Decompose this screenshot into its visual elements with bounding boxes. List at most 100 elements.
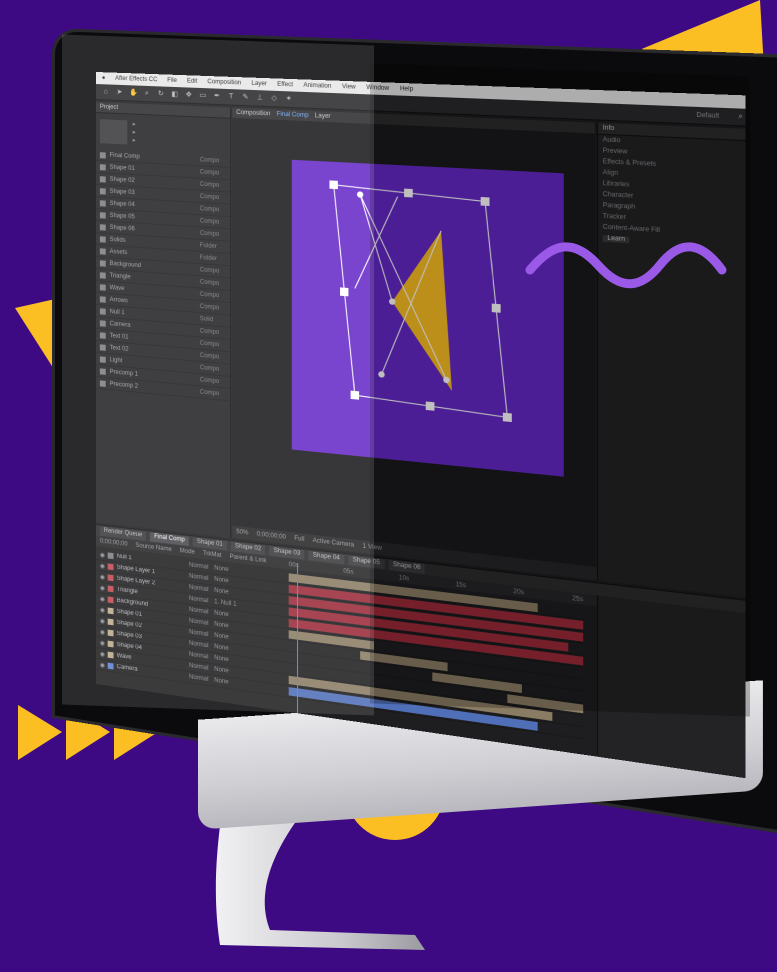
layer-mode[interactable]: Normal [189, 629, 211, 638]
layer-label-color[interactable] [107, 607, 114, 615]
composition-icon [99, 283, 106, 291]
composition-icon [99, 331, 106, 339]
apple-icon[interactable]: ● [102, 75, 106, 81]
layer-label-color[interactable] [107, 662, 114, 670]
project-list: Final Comp Compo Shape 01 Compo Shape 02 Comp… [96, 149, 231, 402]
layer-mode[interactable]: Normal [189, 562, 211, 571]
layer-label-color[interactable] [107, 618, 114, 626]
project-item-type: Compo [199, 193, 220, 201]
home-icon[interactable]: ⌂ [102, 88, 110, 96]
tab-layer[interactable]: Layer [315, 113, 331, 120]
menu-view[interactable]: View [342, 84, 356, 91]
layer-label-color[interactable] [107, 563, 114, 571]
puppet-tool-icon[interactable]: ✶ [285, 95, 293, 104]
layer-mode[interactable]: Normal [189, 585, 211, 594]
camera-tool-icon[interactable]: ◧ [171, 90, 179, 98]
menu-file[interactable]: File [167, 78, 177, 84]
learn-button[interactable]: Learn [602, 235, 630, 244]
hand-tool-icon[interactable]: ✋ [129, 89, 138, 97]
layer-label-color[interactable] [107, 640, 114, 648]
eye-icon[interactable]: ◉ [100, 595, 105, 603]
eye-icon[interactable]: ◉ [100, 650, 105, 658]
layer-label-color[interactable] [107, 574, 114, 582]
stamp-tool-icon[interactable]: ⊥ [256, 94, 264, 103]
type-tool-icon[interactable]: T [227, 93, 235, 102]
composition-icon [99, 343, 106, 351]
workspace-selector[interactable]: Default [696, 112, 719, 120]
layer-mode[interactable]: Normal [189, 596, 211, 605]
layer-mode[interactable]: Normal [189, 641, 211, 650]
menu-edit[interactable]: Edit [187, 78, 197, 84]
menu-effect[interactable]: Effect [277, 82, 293, 89]
menu-window[interactable]: Window [366, 85, 389, 92]
layer-mode[interactable]: Normal [189, 674, 211, 683]
layer-mode[interactable]: Normal [189, 618, 211, 627]
layer-mode[interactable]: Normal [189, 573, 211, 582]
timeline-side-panel [596, 595, 746, 779]
zoom-level[interactable]: 50% [236, 529, 248, 537]
layer-label-color[interactable] [107, 596, 114, 604]
layer-label-color[interactable] [107, 552, 114, 560]
shape-tool-icon[interactable]: ▭ [199, 91, 207, 99]
layer-label-color[interactable] [107, 651, 114, 659]
layer-mode[interactable]: Normal [189, 607, 211, 616]
project-item-type: Compo [199, 156, 220, 164]
project-item-type: Compo [199, 352, 220, 361]
composition-icon [99, 235, 106, 243]
eye-icon[interactable]: ◉ [100, 584, 105, 592]
camera-view[interactable]: Active Camera [313, 538, 354, 549]
eye-icon[interactable]: ◉ [100, 628, 105, 636]
tab-composition[interactable]: Composition [236, 110, 270, 118]
search-icon[interactable]: ⌕ [736, 112, 746, 121]
project-thumbnail [99, 119, 128, 145]
layer-mode[interactable]: Normal [189, 663, 211, 672]
project-item-type: Compo [199, 266, 220, 275]
menu-app[interactable]: After Effects CC [115, 76, 157, 84]
menu-animation[interactable]: Animation [303, 83, 331, 90]
composition-icon [99, 247, 106, 255]
layer-mode[interactable]: Normal [189, 652, 211, 661]
menu-composition[interactable]: Composition [207, 79, 241, 86]
layer-label-color[interactable] [107, 629, 114, 637]
ruler-tick: 10s [398, 575, 410, 583]
rotate-tool-icon[interactable]: ↻ [157, 90, 165, 98]
project-panel: Project ▸ ▸ ▸ Final Comp Compo Shape 01 Compo… [96, 102, 232, 538]
resolution[interactable]: Full [294, 536, 304, 543]
tab-final-comp[interactable]: Final Comp [277, 112, 309, 120]
eye-icon[interactable]: ◉ [100, 551, 105, 559]
eye-icon[interactable]: ◉ [100, 573, 105, 581]
layer-label-color[interactable] [107, 585, 114, 593]
eye-icon[interactable]: ◉ [100, 606, 105, 614]
selection-tool-icon[interactable]: ➤ [115, 88, 123, 96]
composition-icon [99, 187, 106, 195]
composition-icon [99, 211, 106, 219]
pen-tool-icon[interactable]: ✒ [213, 92, 221, 100]
eye-icon[interactable]: ◉ [100, 639, 105, 647]
composition-panel: Composition Final Comp Layer 50% 0;00;00… [232, 107, 600, 581]
col-trkmat: TrkMat [202, 550, 222, 560]
project-item-type: Compo [199, 205, 220, 213]
composition-icon [99, 271, 106, 279]
composition-icon [99, 355, 106, 363]
menu-help[interactable]: Help [400, 86, 413, 93]
timecode[interactable]: 0;00;00;00 [100, 538, 128, 547]
current-time[interactable]: 0;00;00;00 [257, 531, 286, 541]
composition-canvas[interactable] [291, 159, 564, 477]
col-mode: Mode [179, 547, 195, 556]
eye-icon[interactable]: ◉ [100, 617, 105, 625]
composition-icon [99, 175, 106, 183]
view-layout[interactable]: 1 View [363, 544, 382, 552]
menu-layer[interactable]: Layer [251, 81, 266, 88]
zoom-tool-icon[interactable]: ⌕ [143, 89, 151, 97]
col-parent: Parent & Link [229, 553, 267, 565]
project-item-type: Folder [199, 242, 217, 250]
pan-tool-icon[interactable]: ✥ [185, 91, 193, 99]
eraser-tool-icon[interactable]: ◇ [270, 94, 278, 103]
project-item-type: Compo [199, 217, 220, 226]
eye-icon[interactable]: ◉ [100, 661, 105, 669]
playhead[interactable] [297, 562, 299, 715]
eye-icon[interactable]: ◉ [100, 562, 105, 570]
project-item-type: Compo [199, 230, 220, 238]
composition-icon [99, 223, 106, 231]
brush-tool-icon[interactable]: ✎ [241, 93, 249, 102]
